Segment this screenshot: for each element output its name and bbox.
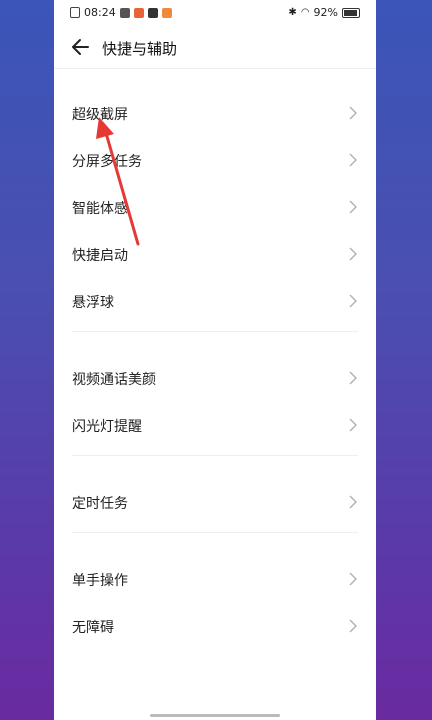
- settings-item[interactable]: 超级截屏: [54, 90, 376, 137]
- chevron-right-icon: [349, 619, 357, 633]
- sim-icon: [70, 7, 80, 18]
- settings-item[interactable]: 快捷启动: [54, 231, 376, 278]
- settings-item[interactable]: 智能体感: [54, 184, 376, 231]
- chevron-right-icon: [349, 200, 357, 214]
- chevron-right-icon: [349, 572, 357, 586]
- settings-item-label: 定时任务: [72, 496, 128, 512]
- settings-item-label: 分屏多任务: [72, 154, 142, 170]
- settings-item[interactable]: 视频通话美颜: [54, 355, 376, 402]
- divider: [72, 455, 358, 456]
- chevron-right-icon: [349, 294, 357, 308]
- status-bar: 08:24 ✱ ◠ 92%: [54, 0, 376, 26]
- settings-item[interactable]: 无障碍: [54, 603, 376, 650]
- settings-item-label: 智能体感: [72, 201, 128, 217]
- battery-icon: [342, 7, 360, 18]
- settings-item-label: 视频通话美颜: [72, 372, 156, 388]
- battery-fill: [344, 9, 357, 16]
- settings-item-label: 单手操作: [72, 573, 128, 589]
- divider: [72, 532, 358, 533]
- status-time: 08:24: [84, 6, 116, 19]
- settings-item-label: 悬浮球: [72, 295, 114, 311]
- chevron-right-icon: [349, 371, 357, 385]
- home-indicator[interactable]: [150, 714, 280, 717]
- wifi-icon: ◠: [300, 7, 310, 18]
- chevron-right-icon: [349, 495, 357, 509]
- settings-item[interactable]: 悬浮球: [54, 278, 376, 325]
- settings-item-label: 超级截屏: [72, 107, 128, 123]
- phone-screen: 08:24 ✱ ◠ 92% 快捷与辅助 超级截屏分屏多任务智能体感快捷启动悬浮球…: [54, 0, 376, 720]
- group-separator: [54, 325, 376, 355]
- settings-item[interactable]: 闪光灯提醒: [54, 402, 376, 449]
- app-notification-icon-1: [119, 7, 130, 18]
- chevron-right-icon: [349, 247, 357, 261]
- header: 快捷与辅助: [54, 28, 376, 68]
- settings-item[interactable]: 定时任务: [54, 479, 376, 526]
- back-arrow-icon[interactable]: [70, 36, 92, 58]
- app-notification-icon-2: [133, 7, 144, 18]
- settings-item[interactable]: 单手操作: [54, 556, 376, 603]
- bluetooth-icon: ✱: [288, 7, 297, 18]
- group-separator: [54, 449, 376, 479]
- chevron-right-icon: [349, 106, 357, 120]
- settings-item-label: 无障碍: [72, 620, 114, 636]
- page-title: 快捷与辅助: [102, 40, 178, 58]
- settings-list: 超级截屏分屏多任务智能体感快捷启动悬浮球视频通话美颜 闪光灯提醒定时任务单手操作无…: [54, 90, 376, 650]
- settings-item-label: 闪光灯提醒: [72, 419, 142, 435]
- chevron-right-icon: [349, 418, 357, 432]
- settings-item[interactable]: 分屏多任务: [54, 137, 376, 184]
- chevron-right-icon: [349, 153, 357, 167]
- divider: [72, 331, 358, 332]
- app-notification-icon-4: [161, 7, 172, 18]
- status-left: 08:24: [70, 6, 172, 19]
- settings-item-label: 快捷启动: [72, 248, 128, 264]
- app-notification-icon-3: [147, 7, 158, 18]
- header-divider: [54, 68, 376, 69]
- battery-percent: 92%: [313, 6, 338, 19]
- status-right: ✱ ◠ 92%: [288, 6, 360, 19]
- group-separator: [54, 526, 376, 556]
